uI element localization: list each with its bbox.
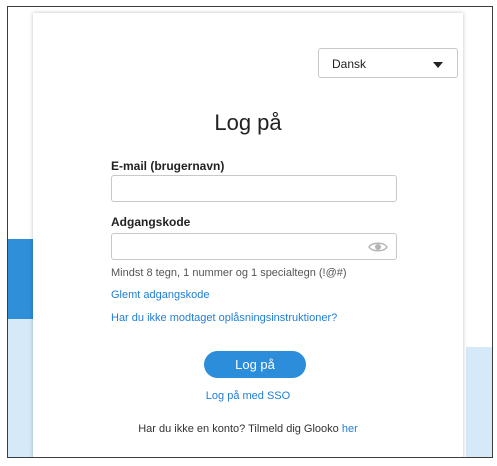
forgot-password-link[interactable]: Glemt adgangskode — [111, 289, 209, 301]
background-blue-band — [8, 239, 34, 319]
background-light-band — [8, 319, 34, 457]
email-label: E-mail (brugernavn) — [111, 159, 225, 173]
login-button[interactable]: Log på — [204, 351, 306, 378]
sso-login-link[interactable]: Log på med SSO — [33, 390, 463, 402]
chevron-down-icon — [433, 62, 443, 68]
eye-icon[interactable] — [368, 241, 388, 253]
background-right — [466, 7, 492, 457]
signup-prompt: Har du ikke en konto? Tilmeld dig Glooko… — [33, 423, 463, 435]
signup-text: Har du ikke en konto? Tilmeld dig Glooko — [138, 423, 342, 435]
unlock-instructions-link[interactable]: Har du ikke modtaget oplåsningsinstrukti… — [111, 312, 337, 324]
password-field[interactable] — [111, 233, 397, 260]
window-frame: Dansk Log på E-mail (brugernavn) Adgangs… — [7, 6, 493, 458]
page-title: Log på — [214, 110, 282, 135]
password-label: Adgangskode — [111, 215, 191, 229]
language-select-value: Dansk — [332, 57, 367, 71]
password-hint: Mindst 8 tegn, 1 nummer og 1 specialtegn… — [111, 267, 347, 279]
background-left — [8, 7, 34, 457]
login-card: Dansk Log på E-mail (brugernavn) Adgangs… — [33, 13, 463, 457]
signup-link[interactable]: her — [342, 423, 358, 435]
email-field[interactable] — [111, 175, 397, 202]
language-select[interactable]: Dansk — [318, 48, 458, 78]
background-light-band-right — [466, 347, 492, 457]
